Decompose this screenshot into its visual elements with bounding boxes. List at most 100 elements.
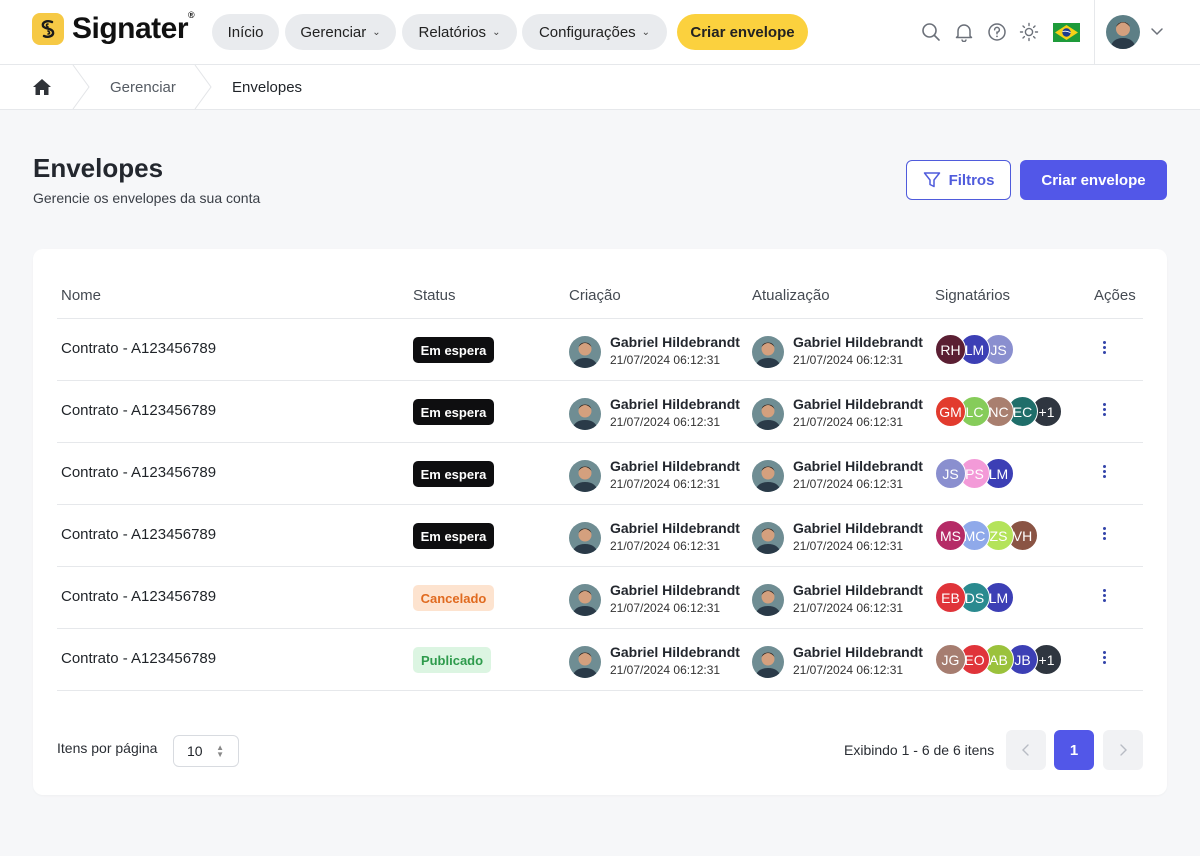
signer-avatar[interactable]: EB <box>935 582 966 613</box>
previous-page-button[interactable] <box>1006 730 1046 770</box>
row-divider <box>57 566 1143 567</box>
row-actions-kebab-icon[interactable] <box>1097 585 1111 605</box>
breadcrumb-separator <box>72 65 90 109</box>
column-header-criacao[interactable]: Criação <box>569 287 621 304</box>
created-at-date: 21/07/2024 06:12:31 <box>610 415 721 429</box>
brand-name: Signater <box>72 12 189 45</box>
updated-at-date: 21/07/2024 06:12:31 <box>793 663 904 677</box>
nav-inicio[interactable]: Início <box>212 14 279 50</box>
breadcrumb-envelopes: Envelopes <box>232 79 303 96</box>
page-subtitle: Gerencie os envelopes da sua conta <box>33 190 261 206</box>
created-by: Gabriel Hildebrandt 21/07/2024 06:12:31 <box>569 334 740 369</box>
signer-avatar[interactable]: RH <box>935 334 966 365</box>
nav-relatorios[interactable]: Relatórios ⌄ <box>402 14 517 50</box>
updated-by-name: Gabriel Hildebrandt <box>793 396 923 412</box>
nav-criar-envelope-button[interactable]: Criar envelope <box>677 14 808 50</box>
user-avatar <box>569 335 601 368</box>
breadcrumb-gerenciar[interactable]: Gerenciar <box>110 79 176 96</box>
signer-avatar[interactable]: JS <box>935 458 966 489</box>
updated-by: Gabriel Hildebrandt 21/07/2024 06:12:31 <box>752 334 923 369</box>
row-actions-kebab-icon[interactable] <box>1097 647 1111 667</box>
envelope-name[interactable]: Contrato - A123456789 <box>61 650 216 667</box>
created-by: Gabriel Hildebrandt 21/07/2024 06:12:31 <box>569 644 740 679</box>
chevron-left-icon <box>1022 744 1029 756</box>
user-avatar <box>569 521 601 554</box>
created-by-name: Gabriel Hildebrandt <box>610 644 740 660</box>
signers-avatar-group[interactable]: JS PS LM <box>935 458 1014 489</box>
create-envelope-button[interactable]: Criar envelope <box>1020 160 1167 200</box>
signer-avatar[interactable]: GM <box>935 396 966 427</box>
created-at-date: 21/07/2024 06:12:31 <box>610 539 721 553</box>
signers-avatar-group[interactable]: GM LC NC EC +1 <box>935 396 1062 427</box>
envelope-name[interactable]: Contrato - A123456789 <box>61 340 216 357</box>
row-actions-kebab-icon[interactable] <box>1097 461 1111 481</box>
signers-avatar-group[interactable]: RH LM JS <box>935 334 1014 365</box>
updated-by-name: Gabriel Hildebrandt <box>793 458 923 474</box>
updated-by-name: Gabriel Hildebrandt <box>793 520 923 536</box>
chevron-down-icon: ⌄ <box>492 26 501 38</box>
updated-by: Gabriel Hildebrandt 21/07/2024 06:12:31 <box>752 644 923 679</box>
user-menu-chevron-icon[interactable] <box>1150 24 1164 43</box>
user-avatar[interactable] <box>1106 15 1140 49</box>
envelope-name[interactable]: Contrato - A123456789 <box>61 588 216 605</box>
navbar-divider <box>1094 0 1095 64</box>
column-header-status[interactable]: Status <box>413 287 456 304</box>
create-envelope-label: Criar envelope <box>1041 171 1146 189</box>
column-header-acoes: Ações <box>1094 287 1136 304</box>
created-by-name: Gabriel Hildebrandt <box>610 582 740 598</box>
top-navbar: Signater® Início Gerenciar ⌄ Relatórios ⌄ … <box>0 0 1200 65</box>
row-actions-kebab-icon[interactable] <box>1097 523 1111 543</box>
envelope-name[interactable]: Contrato - A123456789 <box>61 526 216 543</box>
signers-avatar-group[interactable]: JG EO AB JB +1 <box>935 644 1062 675</box>
select-updown-icon: ▲ ▼ <box>216 743 224 759</box>
user-avatar <box>569 459 601 492</box>
sun-icon[interactable] <box>1018 21 1040 43</box>
column-header-nome[interactable]: Nome <box>61 287 101 304</box>
row-divider <box>57 690 1143 691</box>
user-avatar <box>752 459 784 492</box>
help-icon[interactable] <box>986 21 1008 43</box>
created-at-date: 21/07/2024 06:12:31 <box>610 663 721 677</box>
status-badge: Cancelado <box>413 585 494 611</box>
signer-avatar[interactable]: JG <box>935 644 966 675</box>
created-by: Gabriel Hildebrandt 21/07/2024 06:12:31 <box>569 458 740 493</box>
updated-at-date: 21/07/2024 06:12:31 <box>793 415 904 429</box>
items-per-page-value: 10 <box>187 743 203 759</box>
nav-criar-envelope-label: Criar envelope <box>690 23 795 41</box>
page-button-1[interactable]: 1 <box>1054 730 1094 770</box>
filters-button[interactable]: Filtros <box>906 160 1011 200</box>
signers-avatar-group[interactable]: MS MC ZS VH <box>935 520 1038 551</box>
user-avatar <box>569 583 601 616</box>
bell-icon[interactable] <box>953 21 975 43</box>
home-icon[interactable] <box>32 78 52 101</box>
pagination-summary: Exibindo 1 - 6 de 6 itens <box>844 742 995 758</box>
created-by-name: Gabriel Hildebrandt <box>610 334 740 350</box>
chevron-right-icon <box>1120 744 1127 756</box>
filter-icon <box>923 172 940 188</box>
breadcrumb-separator <box>194 65 212 109</box>
envelope-name[interactable]: Contrato - A123456789 <box>61 464 216 481</box>
updated-by-name: Gabriel Hildebrandt <box>793 644 923 660</box>
updated-at-date: 21/07/2024 06:12:31 <box>793 539 904 553</box>
created-by-name: Gabriel Hildebrandt <box>610 396 740 412</box>
search-icon[interactable] <box>920 21 942 43</box>
row-actions-kebab-icon[interactable] <box>1097 337 1111 357</box>
nav-configuracoes[interactable]: Configurações ⌄ <box>522 14 667 50</box>
signer-avatar[interactable]: MS <box>935 520 966 551</box>
status-badge: Em espera <box>413 461 494 487</box>
nav-inicio-label: Início <box>227 23 264 41</box>
signers-avatar-group[interactable]: EB DS LM <box>935 582 1014 613</box>
breadcrumb: Gerenciar Envelopes <box>0 65 1200 110</box>
updated-by-name: Gabriel Hildebrandt <box>793 334 923 350</box>
row-actions-kebab-icon[interactable] <box>1097 399 1111 419</box>
column-header-signatarios[interactable]: Signatários <box>935 287 1010 304</box>
envelope-name[interactable]: Contrato - A123456789 <box>61 402 216 419</box>
next-page-button[interactable] <box>1103 730 1143 770</box>
created-at-date: 21/07/2024 06:12:31 <box>610 601 721 615</box>
row-divider <box>57 628 1143 629</box>
nav-gerenciar[interactable]: Gerenciar ⌄ <box>285 14 396 50</box>
brand-logo[interactable]: Signater® <box>32 10 195 46</box>
brazil-flag-icon[interactable] <box>1053 21 1080 43</box>
column-header-atualizacao[interactable]: Atualização <box>752 287 830 304</box>
items-per-page-select[interactable]: 10 ▲ ▼ <box>173 735 239 767</box>
